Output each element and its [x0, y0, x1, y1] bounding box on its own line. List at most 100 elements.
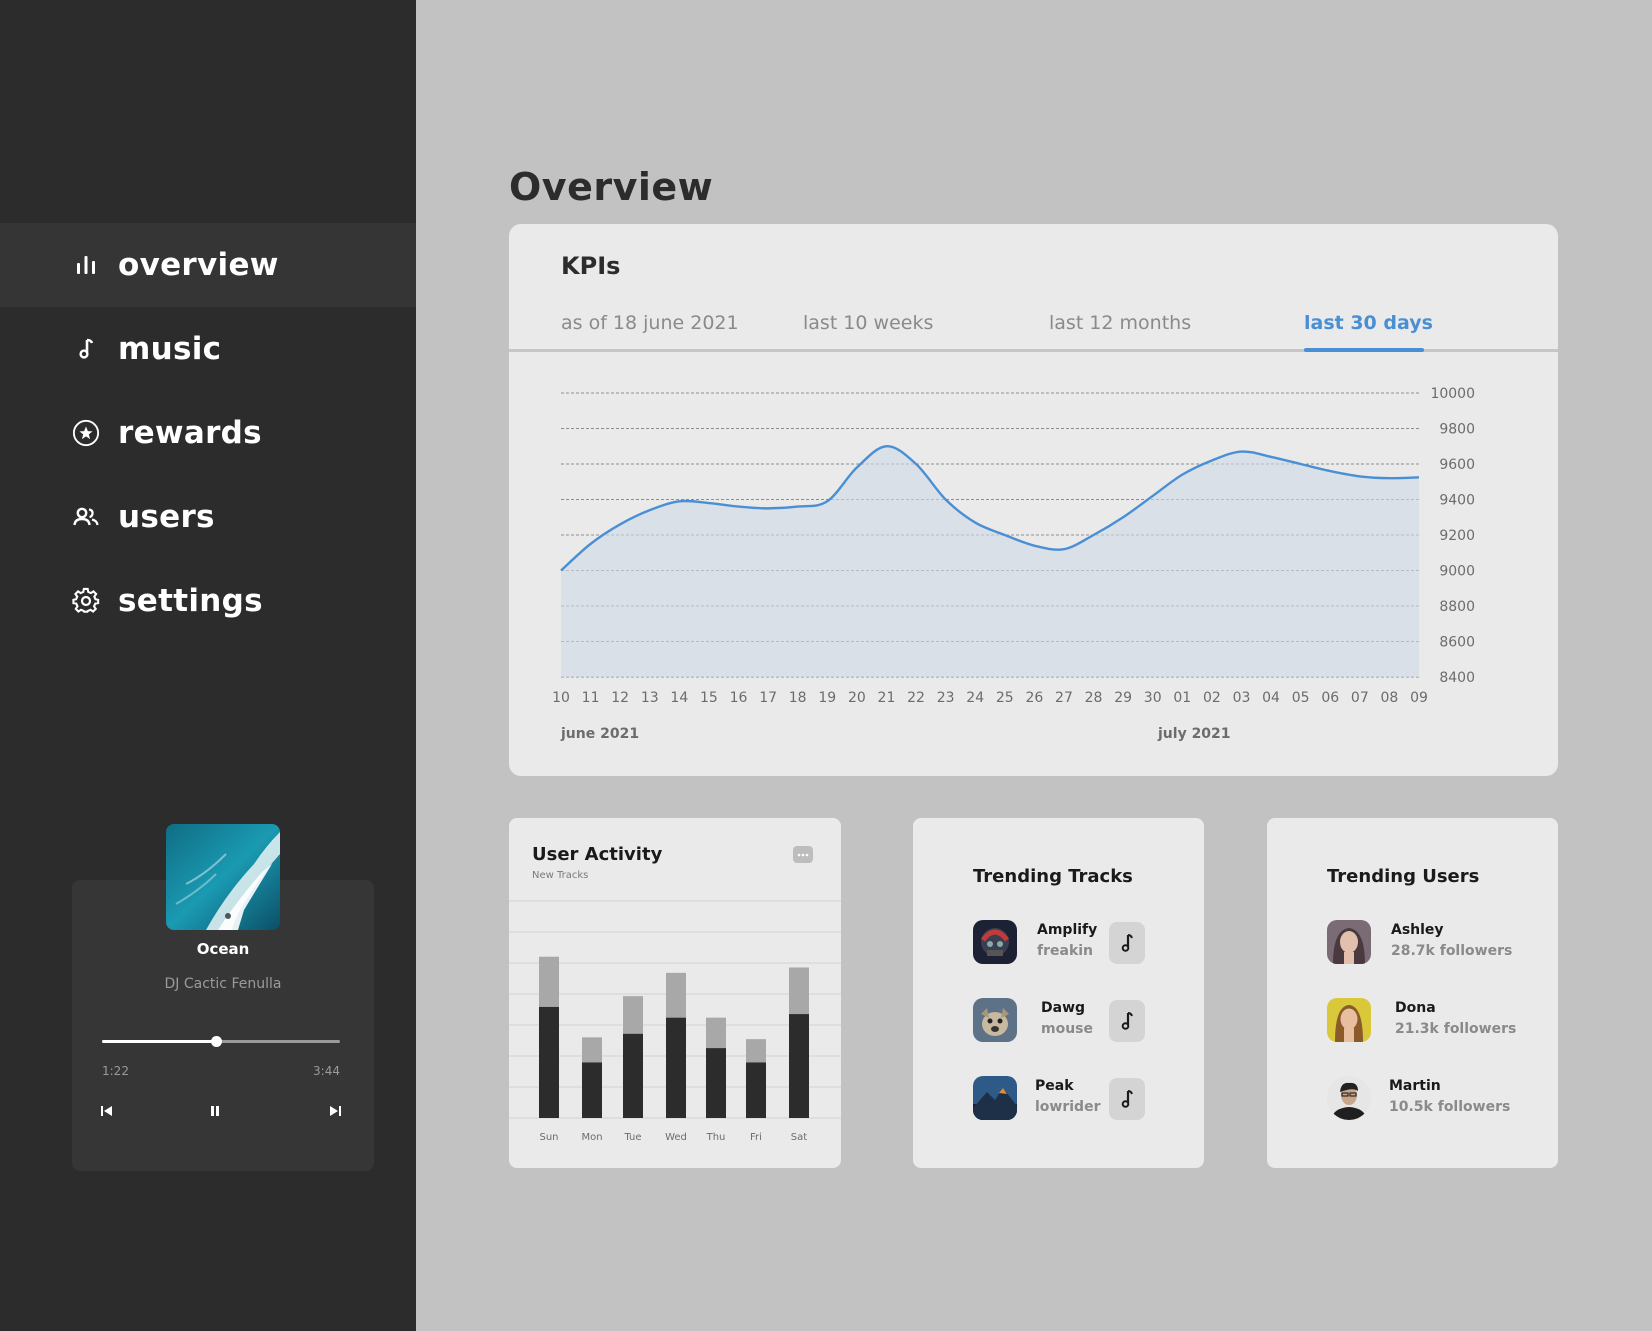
total-time: 3:44: [313, 1064, 340, 1078]
sidebar-item-users[interactable]: users: [0, 475, 416, 559]
sidebar: overview music rewards users settings Oc…: [0, 0, 416, 1331]
progress-handle[interactable]: [211, 1036, 223, 1047]
x-tick-label: 14: [670, 690, 688, 706]
sidebar-item-label: settings: [118, 583, 263, 619]
bar-lower: [666, 1017, 686, 1118]
track-name: Dawg: [1041, 1000, 1086, 1016]
music-note-icon: [1121, 934, 1133, 952]
bar-lower: [789, 1014, 809, 1118]
page-title: Overview: [509, 165, 714, 209]
next-button[interactable]: [326, 1102, 344, 1120]
x-tick-label: 28: [1085, 690, 1103, 706]
x-tick-label: 24: [966, 690, 984, 706]
x-tick-label: 11: [582, 690, 600, 706]
star-badge-icon: [72, 419, 100, 447]
pause-button[interactable]: [206, 1102, 224, 1120]
bar-lower: [539, 1006, 559, 1118]
sidebar-item-label: users: [118, 499, 215, 535]
track-name: Peak: [1035, 1078, 1074, 1094]
sidebar-item-settings[interactable]: settings: [0, 559, 416, 643]
x-tick-label: 18: [789, 690, 807, 706]
y-tick-label: 9200: [1439, 528, 1475, 544]
user-row[interactable]: Ashley 28.7k followers: [1327, 920, 1547, 966]
x-tick-label: 23: [937, 690, 955, 706]
track-thumbnail: [973, 920, 1017, 964]
y-tick-label: 8800: [1439, 599, 1475, 615]
user-row[interactable]: Dona 21.3k followers: [1327, 998, 1547, 1044]
track-row[interactable]: Dawg mouse: [973, 998, 1193, 1044]
trending-users-card: Trending Users Ashley 28.7k followers Do…: [1267, 818, 1558, 1168]
sidebar-item-music[interactable]: music: [0, 307, 416, 391]
track-title: Ocean: [196, 940, 250, 958]
progress-slider[interactable]: [102, 1036, 340, 1047]
play-track-button[interactable]: [1109, 1078, 1145, 1120]
user-row[interactable]: Martin 10.5k followers: [1327, 1076, 1547, 1122]
bar-upper: [623, 996, 643, 1034]
track-artist: DJ Cactic Fenulla: [164, 976, 282, 992]
kpi-line-chart: 8400 8600 8800 9000 9200 9400 9600 9800 10000 10 1…: [552, 386, 1475, 706]
x-tick-label: 04: [1262, 690, 1280, 706]
x-tick-label: Fri: [750, 1132, 762, 1143]
user-followers: 28.7k followers: [1391, 943, 1513, 959]
tab-as-of-date[interactable]: as of 18 june 2021: [561, 312, 739, 334]
sidebar-item-label: overview: [118, 247, 279, 283]
more-options-button[interactable]: [793, 846, 813, 863]
y-tick-label: 8400: [1439, 670, 1475, 686]
x-tick-label: 22: [907, 690, 925, 706]
track-artist: mouse: [1041, 1021, 1094, 1037]
x-tick-label: 09: [1410, 690, 1428, 706]
tab-last-12-months[interactable]: last 12 months: [1049, 312, 1191, 334]
avatar: [1327, 998, 1371, 1042]
track-name: Amplify: [1037, 922, 1098, 938]
x-tick-label: 16: [730, 690, 748, 706]
track-artist: lowrider: [1035, 1099, 1101, 1115]
play-track-button[interactable]: [1109, 1000, 1145, 1042]
x-tick-label: 05: [1292, 690, 1310, 706]
y-tick-label: 9400: [1439, 493, 1475, 509]
x-tick-label: 25: [996, 690, 1014, 706]
previous-button[interactable]: [98, 1102, 116, 1120]
bar-upper: [789, 967, 809, 1015]
tab-last-30-days[interactable]: last 30 days: [1304, 312, 1433, 334]
user-name: Martin: [1389, 1078, 1441, 1094]
user-followers: 10.5k followers: [1389, 1099, 1511, 1115]
sidebar-item-rewards[interactable]: rewards: [0, 391, 416, 475]
bar-upper: [582, 1037, 602, 1063]
gear-icon: [72, 587, 100, 615]
x-tick-label: Tue: [623, 1132, 641, 1143]
track-row[interactable]: Peak lowrider: [973, 1076, 1193, 1122]
x-tick-label: 03: [1233, 690, 1251, 706]
x-tick-label: 30: [1144, 690, 1162, 706]
sidebar-item-label: rewards: [118, 415, 262, 451]
month-label-june: june 2021: [561, 726, 640, 742]
x-tick-label: 21: [878, 690, 896, 706]
trending-tracks-card: Trending Tracks Amplify freakin Dawg mou…: [913, 818, 1204, 1168]
sidebar-item-overview[interactable]: overview: [0, 223, 416, 307]
y-tick-label: 10000: [1430, 386, 1475, 402]
y-tick-label: 8600: [1439, 635, 1475, 651]
user-activity-subtitle: New Tracks: [532, 870, 589, 881]
bar-chart-icon: [72, 251, 100, 279]
x-tick-label: 17: [759, 690, 777, 706]
x-tick-label: 27: [1055, 690, 1073, 706]
bar-lower: [623, 1033, 643, 1118]
album-art: [166, 824, 280, 930]
series-area: [561, 446, 1419, 677]
bar-lower: [746, 1062, 766, 1118]
bar-lower: [582, 1062, 602, 1118]
avatar: [1327, 920, 1371, 964]
user-activity-card: User Activity New Tracks Sun Mon Tue Wed Thu…: [509, 818, 841, 1168]
track-artist: freakin: [1037, 943, 1094, 959]
x-tick-label: 06: [1321, 690, 1339, 706]
tab-last-10-weeks[interactable]: last 10 weeks: [803, 312, 933, 334]
x-tick-label: 20: [848, 690, 866, 706]
x-tick-label: 10: [552, 690, 570, 706]
music-note-icon: [1121, 1090, 1133, 1108]
active-tab-indicator: [1304, 348, 1424, 352]
play-track-button[interactable]: [1109, 922, 1145, 964]
bar-upper: [666, 972, 686, 1018]
x-tick-label: Wed: [665, 1132, 687, 1143]
x-tick-label: 19: [818, 690, 836, 706]
track-row[interactable]: Amplify freakin: [973, 920, 1193, 966]
kpi-title: KPIs: [561, 252, 621, 280]
